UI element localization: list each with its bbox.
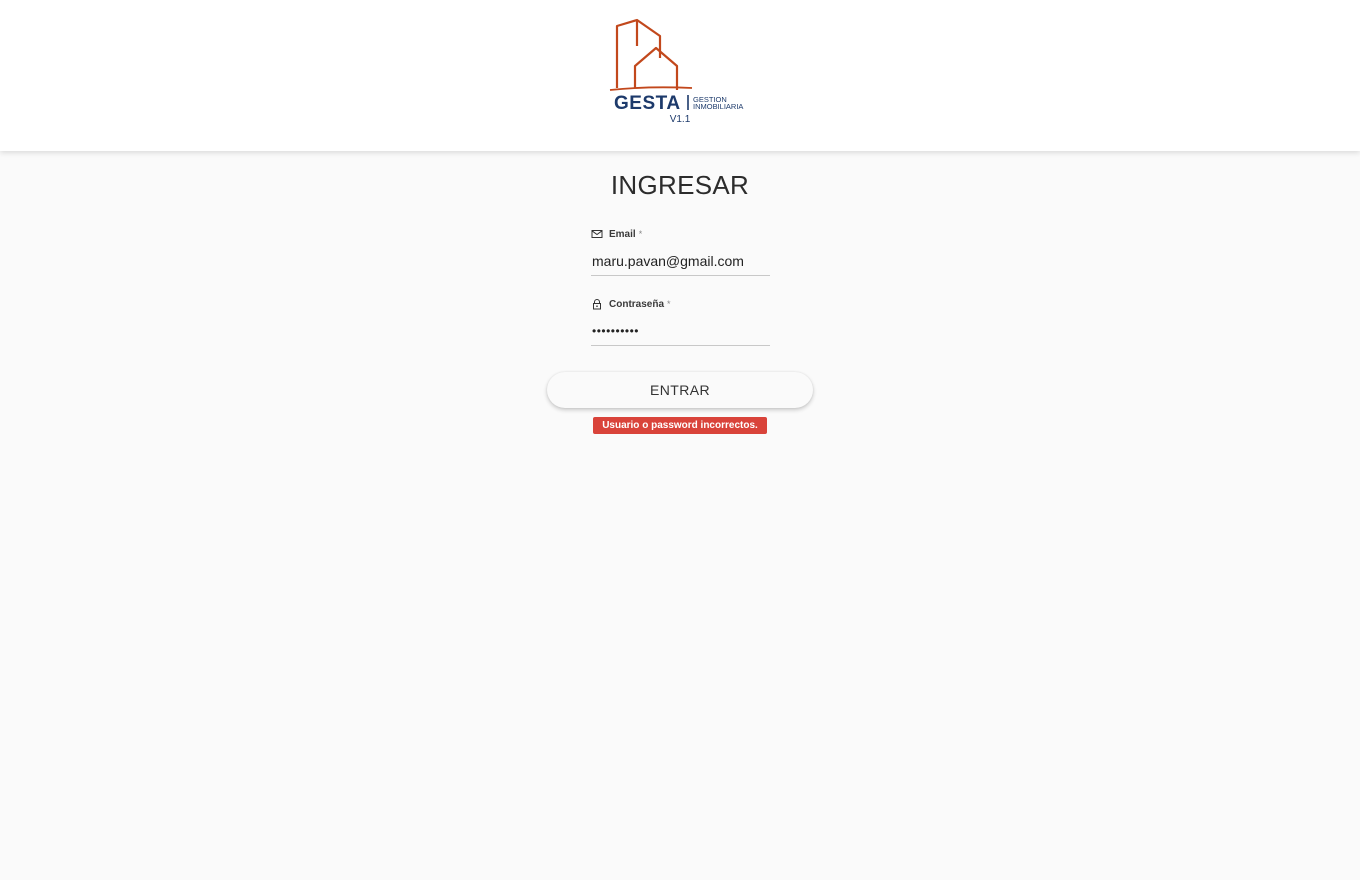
gesta-logo: GESTA GESTION INMOBILIARIA V1.1 [608, 18, 754, 128]
lock-icon [593, 299, 601, 310]
page-title: INGRESAR [610, 170, 750, 200]
submit-button[interactable]: ENTRAR [547, 372, 813, 408]
logo-building-icon: GESTA GESTION INMOBILIARIA [609, 18, 743, 114]
logo-tagline-2: INMOBILIARIA [693, 102, 743, 111]
email-label: Email * [591, 227, 642, 241]
envelope-icon [591, 230, 603, 238]
app-version: V1.1 [669, 114, 691, 125]
logo-wordmark: GESTA [614, 93, 681, 114]
password-required-mark: * [667, 299, 671, 309]
email-input[interactable] [592, 251, 768, 271]
header-bar: GESTA GESTION INMOBILIARIA V1.1 [0, 0, 1360, 151]
email-label-text: Email [609, 228, 636, 240]
error-message: Usuario o password incorrectos. [593, 417, 767, 434]
password-label: Contraseña * [591, 297, 671, 311]
email-required-mark: * [638, 229, 643, 239]
email-field[interactable]: Email * [591, 227, 770, 276]
password-label-text: Contraseña [609, 298, 665, 310]
password-input[interactable] [592, 321, 768, 341]
password-field[interactable]: Contraseña * [591, 297, 770, 346]
